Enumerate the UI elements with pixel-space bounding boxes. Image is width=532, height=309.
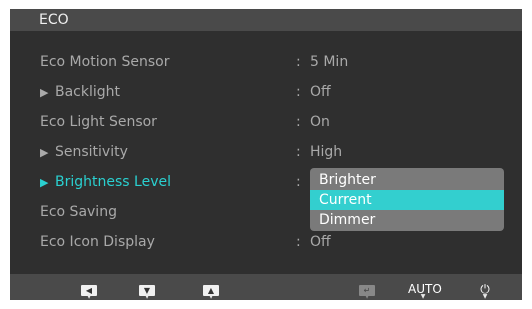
button-indicator-icon: ▼ bbox=[86, 293, 92, 300]
separator: : bbox=[296, 54, 301, 70]
dropdown-option-label: Current bbox=[319, 192, 372, 208]
enter-button[interactable]: ↵ ▼ bbox=[352, 278, 382, 300]
button-indicator-icon: ▼ bbox=[144, 293, 150, 300]
menu-item-label: Eco Light Sensor bbox=[40, 114, 157, 130]
dropdown-option-brighter[interactable]: Brighter bbox=[310, 170, 504, 190]
separator: : bbox=[296, 84, 301, 100]
left-button[interactable]: ◀ ▼ bbox=[74, 278, 104, 300]
separator: : bbox=[296, 174, 301, 190]
menu-item-label: Backlight bbox=[55, 84, 121, 100]
menu-item-eco-light-sensor[interactable]: Eco Light Sensor : On bbox=[10, 107, 522, 137]
menu-item-label: Eco Icon Display bbox=[40, 234, 155, 250]
button-indicator-icon: ▼ bbox=[208, 293, 214, 300]
osd-window: ECO Eco Motion Sensor : 5 Min ▶ Backlight… bbox=[10, 9, 522, 300]
power-button[interactable]: ⏻ ▼ bbox=[470, 278, 500, 300]
menu-item-label: Eco Saving bbox=[40, 204, 117, 220]
separator: : bbox=[296, 144, 301, 160]
menu-item-value: 5 Min bbox=[310, 54, 349, 70]
down-button[interactable]: ▼ ▼ bbox=[132, 278, 162, 300]
brightness-level-dropdown[interactable]: Brighter Current Dimmer bbox=[310, 168, 504, 231]
menu-item-label-wrap: ▶ Backlight bbox=[40, 77, 120, 108]
menu-item-label-wrap: ▶ Brightness Level bbox=[40, 167, 171, 198]
up-button[interactable]: ▲ ▼ bbox=[196, 278, 226, 300]
menu-item-label-wrap: ▶ Sensitivity bbox=[40, 137, 128, 168]
menu-item-label: Sensitivity bbox=[55, 144, 128, 160]
button-indicator-icon: ▼ bbox=[364, 293, 370, 300]
separator: : bbox=[296, 234, 301, 250]
submenu-arrow-icon: ▶ bbox=[40, 176, 49, 189]
menu-item-eco-motion-sensor[interactable]: Eco Motion Sensor : 5 Min bbox=[10, 47, 522, 77]
menu-item-value: On bbox=[310, 114, 330, 130]
separator: : bbox=[296, 114, 301, 130]
menu-title: ECO bbox=[39, 12, 69, 28]
auto-button[interactable]: AUTO ▼ bbox=[408, 278, 442, 300]
dropdown-option-current[interactable]: Current bbox=[310, 190, 504, 210]
submenu-arrow-icon: ▶ bbox=[40, 86, 49, 99]
menu-item-label: Eco Motion Sensor bbox=[40, 54, 170, 70]
menu-item-sensitivity[interactable]: ▶ Sensitivity : High bbox=[10, 137, 522, 167]
menu-item-label: Brightness Level bbox=[55, 174, 171, 190]
dropdown-option-dimmer[interactable]: Dimmer bbox=[310, 210, 504, 230]
submenu-arrow-icon: ▶ bbox=[40, 146, 49, 159]
menu-item-value: High bbox=[310, 144, 343, 160]
menu-item-value: Off bbox=[310, 234, 331, 250]
title-bar: ECO bbox=[10, 9, 522, 31]
button-indicator-icon: ▼ bbox=[420, 293, 426, 300]
menu-item-eco-icon-display[interactable]: Eco Icon Display : Off bbox=[10, 227, 522, 257]
menu-item-backlight[interactable]: ▶ Backlight : Off bbox=[10, 77, 522, 107]
menu-item-value: Off bbox=[310, 84, 331, 100]
control-bar: ◀ ▼ ▼ ▼ ▲ ▼ ↵ ▼ AUTO ▼ ⏻ ▼ bbox=[10, 274, 522, 300]
dropdown-option-label: Dimmer bbox=[319, 212, 376, 228]
dropdown-option-label: Brighter bbox=[319, 172, 376, 188]
button-indicator-icon: ▼ bbox=[482, 293, 488, 300]
